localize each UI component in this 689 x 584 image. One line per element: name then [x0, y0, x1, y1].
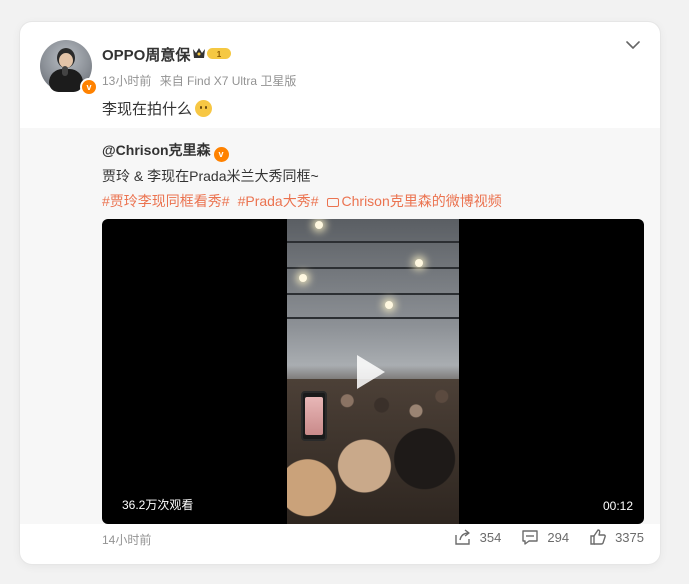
topic-tag[interactable]: #Prada大秀#	[238, 193, 319, 209]
post-text-content: 李现在拍什么	[102, 101, 193, 118]
stage-light	[385, 301, 393, 309]
video-duration: 00:12	[602, 499, 633, 513]
post-card: v OPPO周意保 1 13小时前 来自 Find X7 Ultra 卫星版 李…	[20, 22, 660, 564]
topic-tags: #贾玲李现同框看秀# #Prada大秀# Chrison克里森的微博视频	[102, 191, 510, 211]
original-author-name[interactable]: @Chrison克里森	[102, 142, 211, 158]
comment-icon	[522, 530, 539, 545]
post-source: 来自 Find X7 Ultra 卫星版	[159, 74, 297, 88]
comment-count: 294	[547, 529, 570, 545]
verified-icon: v	[213, 147, 229, 162]
post-time[interactable]: 13小时前	[102, 74, 151, 88]
stage-light	[299, 274, 307, 282]
stage-light	[415, 259, 423, 267]
thumbs-up-icon	[590, 529, 606, 545]
verified-icon: v	[80, 78, 98, 96]
like-button[interactable]: 3375	[589, 528, 644, 546]
post-meta: 13小时前 来自 Find X7 Ultra 卫星版	[102, 72, 296, 89]
post-text: 李现在拍什么	[102, 98, 213, 119]
phone-in-hand	[301, 391, 327, 441]
ceiling-truss	[287, 241, 459, 243]
video-icon	[326, 198, 339, 207]
action-bar: 354 294 3375	[434, 528, 644, 546]
video-link-label: Chrison克里森的微博视频	[341, 193, 502, 209]
stage-light	[315, 221, 323, 229]
video-player[interactable]: 36.2万次观看 00:12	[102, 219, 644, 524]
chevron-down-icon[interactable]	[624, 38, 642, 52]
topic-tag[interactable]: #贾玲李现同框看秀#	[102, 193, 230, 209]
original-author[interactable]: @Chrison克里森 v	[102, 140, 229, 162]
author-name[interactable]: OPPO周意保	[102, 44, 190, 65]
original-text: 贾玲 & 李现在Prada米兰大秀同框~	[102, 168, 319, 184]
repost-block[interactable]: @Chrison克里森 v 贾玲 & 李现在Prada米兰大秀同框~ #贾玲李现同…	[20, 128, 660, 524]
view-count: 36.2万次观看	[122, 498, 194, 512]
comment-button[interactable]: 294	[521, 528, 569, 546]
footer-time[interactable]: 14小时前	[102, 531, 151, 548]
thinking-face-icon	[195, 100, 213, 117]
repost-count: 354	[479, 529, 502, 545]
ceiling-truss	[287, 293, 459, 295]
ceiling-truss	[287, 317, 459, 319]
share-icon	[454, 529, 470, 545]
repost-button[interactable]: 354	[454, 528, 502, 546]
ceiling-truss	[287, 267, 459, 269]
vip-crown-icon[interactable]: 1	[192, 46, 232, 61]
avatar-mic	[62, 66, 68, 76]
play-icon[interactable]	[357, 355, 385, 389]
vip-level: 1	[217, 50, 222, 59]
like-count: 3375	[615, 529, 644, 545]
video-link[interactable]: Chrison克里森的微博视频	[326, 193, 502, 209]
